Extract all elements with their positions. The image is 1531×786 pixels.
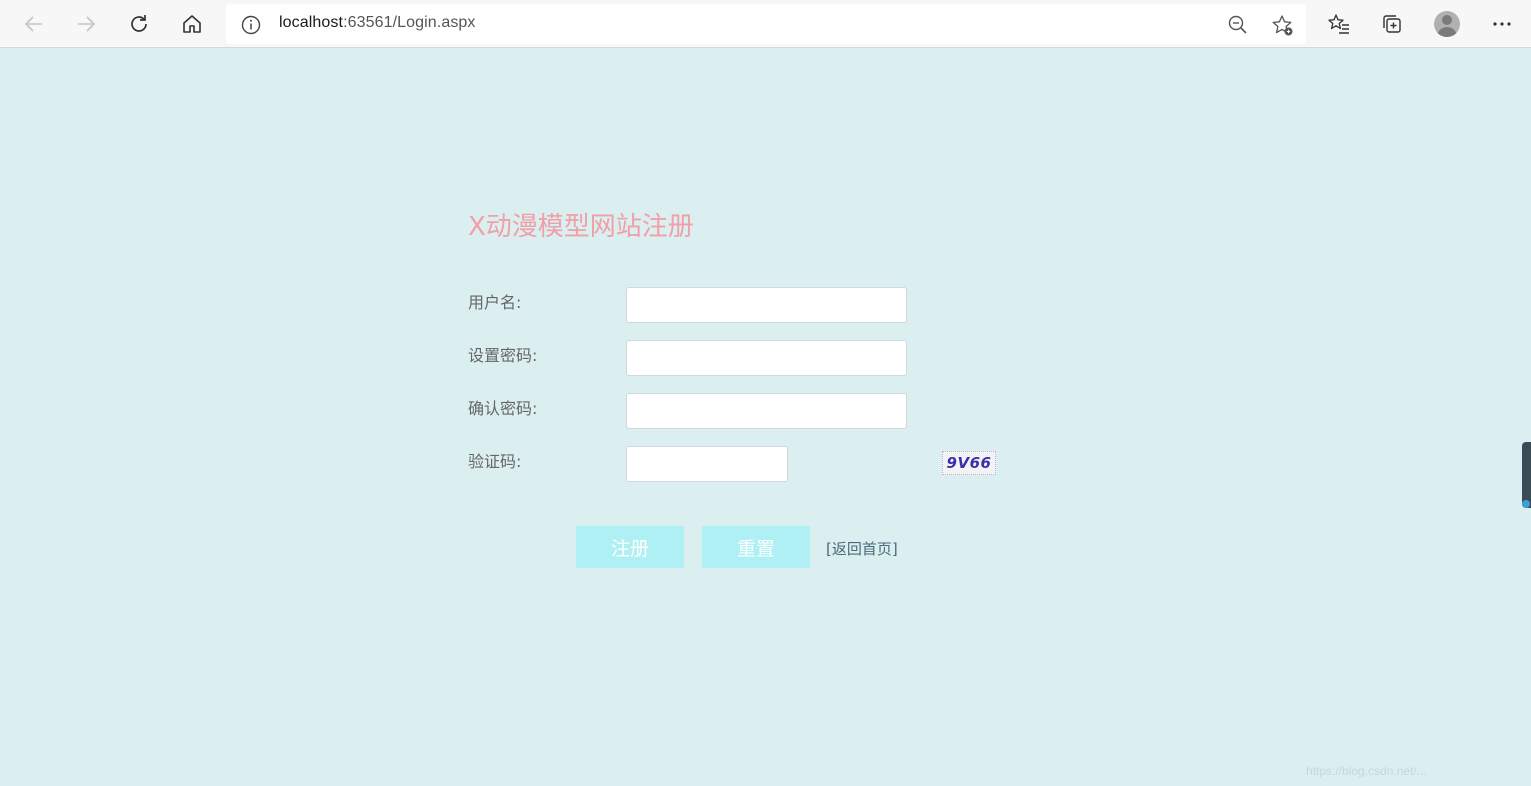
register-button[interactable]: 注册 [576,526,684,568]
info-icon[interactable] [240,14,262,36]
zoom-out-icon[interactable] [1226,13,1250,37]
username-field[interactable] [626,287,907,323]
collections-icon[interactable] [1377,9,1407,39]
password-field[interactable] [626,340,907,376]
address-bar[interactable]: localhost:63561/Login.aspx [226,4,1306,44]
reset-button[interactable]: 重置 [702,526,810,568]
captcha-image[interactable]: 9V66 [942,451,996,475]
url-path: :63561/Login.aspx [343,14,476,31]
browser-toolbar: localhost:63561/Login.aspx [0,0,1531,48]
page-title: X动漫模型网站注册 [468,212,694,242]
confirm-password-field[interactable] [626,393,907,429]
captcha-label: 验证码: [468,452,522,471]
back-icon[interactable] [19,9,49,39]
home-icon[interactable] [177,9,207,39]
username-label: 用户名: [468,293,522,312]
favorite-add-icon[interactable] [1270,13,1294,37]
url-text[interactable]: localhost:63561/Login.aspx [279,14,476,32]
refresh-icon[interactable] [124,9,154,39]
favorites-icon[interactable] [1324,9,1354,39]
password-label: 设置密码: [468,346,538,365]
back-home-link[interactable]: [返回首页] [826,538,898,559]
url-host: localhost [279,14,344,31]
forward-icon[interactable] [71,9,101,39]
side-scroll-handle[interactable] [1522,442,1531,508]
more-icon[interactable] [1487,9,1517,39]
confirm-password-label: 确认密码: [468,399,538,418]
profile-icon[interactable] [1434,11,1460,37]
watermark-text: https://blog.csdn.net/... [1306,764,1427,778]
captcha-field[interactable] [626,446,788,482]
